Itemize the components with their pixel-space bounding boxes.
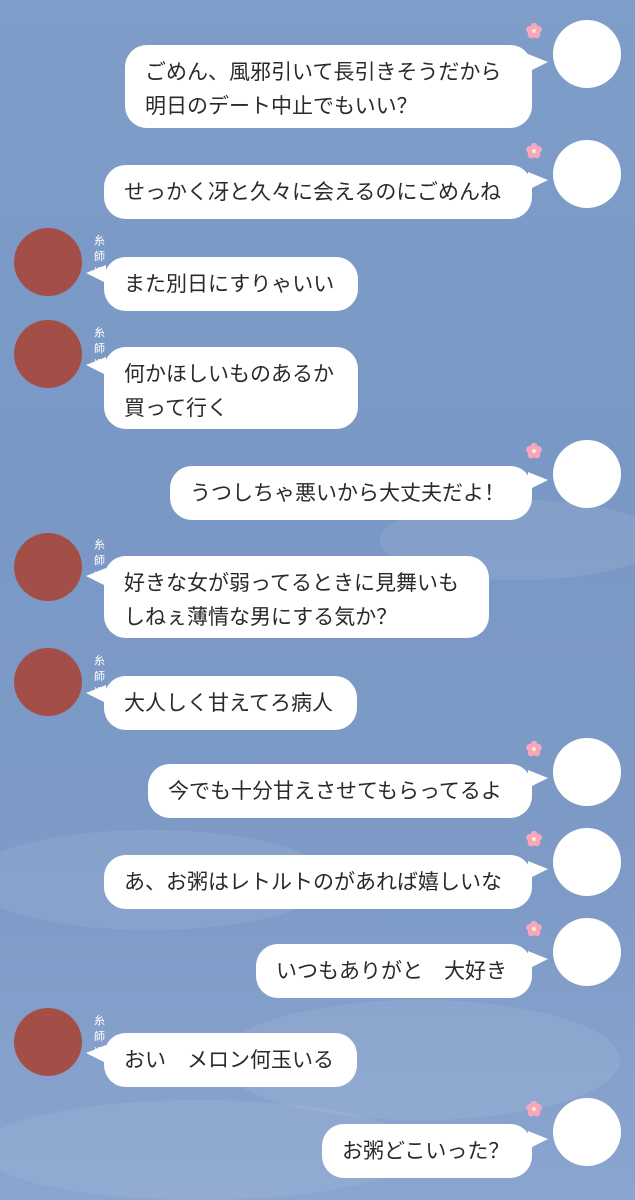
message-bubble[interactable]: おい メロン何玉いる xyxy=(104,1033,357,1087)
flower-icon xyxy=(526,740,542,757)
bubble-tail xyxy=(86,265,106,283)
self-avatar[interactable] xyxy=(553,1098,621,1166)
flower-icon xyxy=(526,22,542,39)
message-bubble[interactable]: うつしちゃ悪いから大丈夫だよ！ xyxy=(170,466,532,520)
message-bubble[interactable]: あ、お粥はレトルトのがあれば嬉しいな xyxy=(104,855,532,909)
self-avatar[interactable] xyxy=(553,140,621,208)
bubble-tail xyxy=(86,1045,106,1063)
self-avatar[interactable] xyxy=(553,440,621,508)
other-avatar[interactable] xyxy=(14,228,82,296)
bubble-tail xyxy=(86,357,106,375)
self-avatar[interactable] xyxy=(553,828,621,896)
message-bubble[interactable]: いつもありがと 大好き xyxy=(256,944,532,998)
message-bubble[interactable]: また別日にすりゃいい xyxy=(104,257,358,311)
message-bubble[interactable]: せっかく冴と久々に会えるのにごめんね xyxy=(104,165,532,219)
other-avatar[interactable] xyxy=(14,320,82,388)
flower-icon xyxy=(526,920,542,937)
message-bubble[interactable]: 今でも十分甘えさせてもらってるよ xyxy=(148,764,532,818)
message-bubble[interactable]: 大人しく甘えてろ病人 xyxy=(104,676,357,730)
flower-icon xyxy=(526,442,542,459)
message-bubble[interactable]: お粥どこいった？ xyxy=(322,1124,532,1178)
message-bubble[interactable]: 何かほしいものあるか 買って行く xyxy=(104,347,358,429)
self-avatar[interactable] xyxy=(553,20,621,88)
bubble-tail xyxy=(86,685,106,703)
self-avatar[interactable] xyxy=(553,918,621,986)
message-bubble[interactable]: ごめん、風邪引いて長引きそうだから 明日のデート中止でもいい？ xyxy=(125,45,532,128)
other-avatar[interactable] xyxy=(14,1008,82,1076)
flower-icon xyxy=(526,830,542,847)
other-avatar[interactable] xyxy=(14,648,82,716)
flower-icon xyxy=(526,142,542,159)
bubble-tail xyxy=(86,568,106,586)
flower-icon xyxy=(526,1100,542,1117)
other-avatar[interactable] xyxy=(14,533,82,601)
message-bubble[interactable]: 好きな女が弱ってるときに見舞いも しねぇ薄情な男にする気か？ xyxy=(104,556,489,638)
self-avatar[interactable] xyxy=(553,738,621,806)
